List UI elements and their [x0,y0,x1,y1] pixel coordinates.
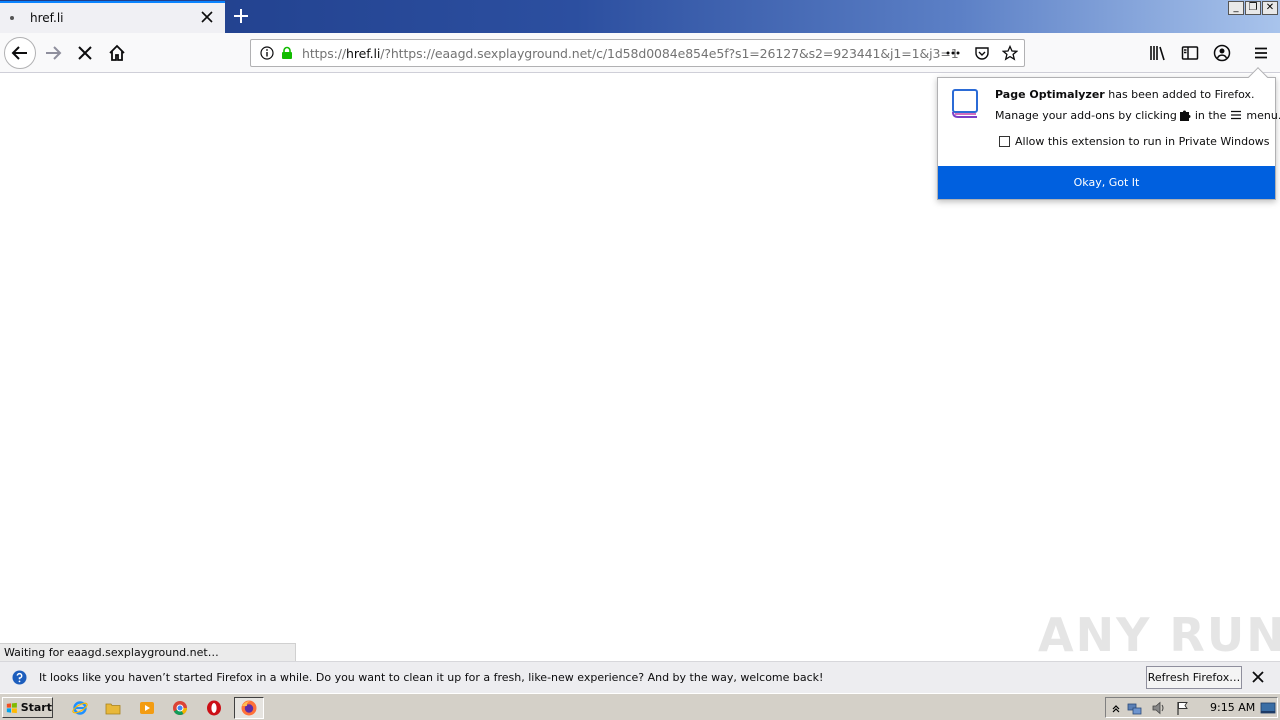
start-button[interactable]: Start [2,697,53,718]
forward-arrow-icon [46,46,62,60]
taskbar-clock[interactable]: 9:15 AM [1210,701,1255,714]
system-tray: 9:15 AM [1105,697,1278,718]
tab-loading-icon [10,16,14,20]
pocket-icon[interactable] [974,45,990,61]
lock-icon[interactable] [279,45,295,61]
internet-explorer-icon[interactable] [71,699,89,717]
show-desktop-icon[interactable] [1260,700,1276,716]
doorhanger-manage-text: Manage your add-ons by clicking in the m… [995,108,1280,122]
close-window-button[interactable]: ✕ [1262,1,1278,15]
taskbar: Start 9:15 AM [0,693,1280,720]
addon-installed-doorhanger: Page Optimalyzer has been added to Firef… [937,67,1280,200]
minimize-button[interactable]: _ [1228,1,1244,15]
question-icon [12,670,27,685]
library-icon[interactable] [1148,43,1168,63]
hamburger-menu-icon[interactable] [1251,43,1271,63]
show-hidden-icons-icon[interactable] [1108,700,1124,716]
forward-button[interactable] [37,37,69,69]
private-windows-checkbox[interactable]: Allow this extension to run in Private W… [999,135,1270,148]
status-panel: Waiting for eaagd.sexplayground.net… [0,643,296,661]
tab-strip: href.li _ ❐ ✕ [0,0,1280,33]
file-explorer-icon[interactable] [104,699,122,717]
action-center-flag-icon[interactable] [1175,700,1191,716]
firefox-icon [241,700,257,716]
network-icon[interactable] [1127,700,1143,716]
stop-button[interactable] [69,37,101,69]
volume-icon[interactable] [1151,700,1167,716]
bookmark-star-icon[interactable] [1002,45,1018,61]
firefox-taskbar-button[interactable] [234,697,264,719]
info-icon[interactable] [259,45,275,61]
account-icon[interactable] [1212,43,1232,63]
home-icon [109,44,125,61]
checkbox-box[interactable] [999,136,1010,147]
refresh-firefox-button[interactable]: Refresh Firefox… [1146,666,1242,689]
start-label: Start [20,701,52,714]
opera-icon[interactable] [205,699,223,717]
tab-title: href.li [30,11,64,25]
nav-bar: https://href.li/?https://eaagd.sexplaygr… [0,33,1280,73]
menu-lines-icon [1231,110,1242,120]
back-button[interactable] [4,37,36,69]
puzzle-piece-icon [1179,110,1191,121]
media-player-icon[interactable] [138,699,156,717]
okay-got-it-button[interactable]: Okay, Got It [938,166,1275,199]
anyrun-watermark: ANY RUN [1038,608,1280,662]
screen: href.li _ ❐ ✕ https://href.li/?https://e… [0,0,1280,720]
doorhanger-message: Page Optimalyzer has been added to Firef… [995,88,1255,101]
back-arrow-icon [11,46,27,60]
windows-logo-icon [6,702,17,713]
tab-href-li[interactable]: href.li [0,1,225,33]
notification-bar: It looks like you haven’t started Firefo… [0,661,1280,693]
private-windows-label: Allow this extension to run in Private W… [1015,135,1270,148]
notification-message: It looks like you haven’t started Firefo… [39,671,824,684]
restore-button[interactable]: ❐ [1245,1,1261,15]
notification-close-icon[interactable] [1251,670,1265,684]
url-text[interactable]: https://href.li/?https://eaagd.sexplaygr… [302,46,959,61]
sidebar-icon[interactable] [1180,43,1200,63]
extension-book-icon [952,89,978,118]
chrome-icon[interactable] [171,699,189,717]
page-actions-icon[interactable] [945,45,961,61]
home-button[interactable] [101,37,133,69]
url-bar[interactable]: https://href.li/?https://eaagd.sexplaygr… [250,39,1025,67]
stop-x-icon [78,46,92,60]
new-tab-plus-icon[interactable] [229,4,253,28]
tab-close-icon[interactable] [199,9,215,25]
